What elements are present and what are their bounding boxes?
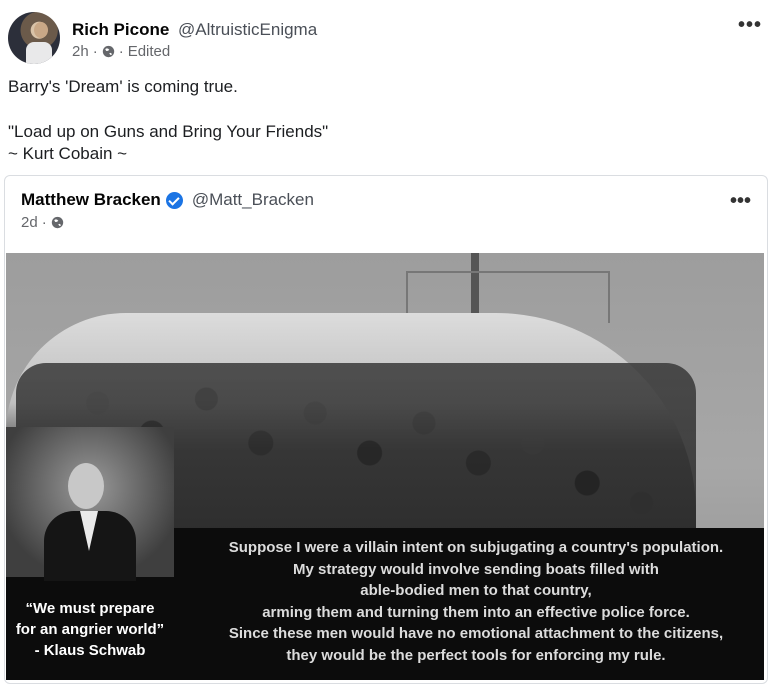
edited-label[interactable]: Edited [128, 43, 171, 60]
meta-dot-2: · [118, 43, 124, 60]
shared-post-meta: 2d · [21, 214, 64, 231]
meme-left-quote: “We must prepare for an angrier world” -… [6, 598, 174, 661]
post-time[interactable]: 2h [72, 43, 89, 60]
meme-image[interactable]: “We must prepare for an angrier world” -… [6, 253, 764, 680]
post-quote-attribution: ~ Kurt Cobain ~ [8, 144, 128, 163]
author-name[interactable]: Rich Picone [72, 20, 169, 39]
post-text-line: Barry's 'Dream' is coming true. [8, 77, 238, 96]
left-quote-line: for an angrier world” [15, 621, 165, 638]
portrait-head [68, 463, 104, 509]
globe-icon [102, 45, 114, 58]
left-quote-attribution: - Klaus Schwab [34, 642, 146, 659]
shared-meta-dot: · [41, 214, 47, 231]
post-quote-line: "Load up on Guns and Bring Your Friends" [8, 121, 329, 141]
shared-post-card[interactable]: Matthew Bracken @Matt_Bracken 2d · ••• “… [4, 175, 768, 684]
avatar-face [34, 22, 48, 38]
post-meta: 2h · · Edited [72, 43, 170, 60]
post-text: Barry's 'Dream' is coming true. "Load up… [8, 76, 328, 166]
author-name-row: Rich Picone @AltruisticEnigma [72, 20, 317, 40]
avatar-shirt [26, 42, 52, 64]
portrait-photo [6, 427, 174, 581]
right-quote-line: they would be the perfect tools for enfo… [286, 646, 666, 664]
author-handle[interactable]: @AltruisticEnigma [178, 20, 317, 39]
author-avatar[interactable] [8, 12, 60, 64]
meta-dot: · [92, 43, 98, 60]
right-quote-line: My strategy would involve sending boats … [293, 560, 659, 578]
left-quote-line: “We must prepare [25, 600, 155, 617]
right-quote-line: Since these men would have no emotional … [228, 625, 724, 642]
meme-right-quote: Suppose I were a villain intent on subju… [196, 537, 756, 666]
right-quote-line: able-bodied men to that country, [360, 582, 592, 599]
shared-post-header: Matthew Bracken @Matt_Bracken 2d · ••• [21, 188, 757, 238]
right-quote-line: Suppose I were a villain intent on subju… [228, 539, 724, 556]
more-options-icon[interactable]: ••• [738, 15, 762, 35]
post-header: Rich Picone @AltruisticEnigma 2h · · Edi… [8, 12, 764, 64]
right-quote-line: arming them and turning them into an eff… [262, 603, 690, 621]
shared-author-row: Matthew Bracken @Matt_Bracken [21, 190, 314, 210]
shared-author-handle[interactable]: @Matt_Bracken [192, 190, 314, 210]
shared-author-name[interactable]: Matthew Bracken [21, 190, 161, 210]
globe-icon [51, 216, 63, 229]
shared-more-options-icon[interactable]: ••• [730, 191, 751, 211]
shared-post-time[interactable]: 2d [21, 214, 38, 231]
verified-badge-icon [165, 191, 183, 209]
